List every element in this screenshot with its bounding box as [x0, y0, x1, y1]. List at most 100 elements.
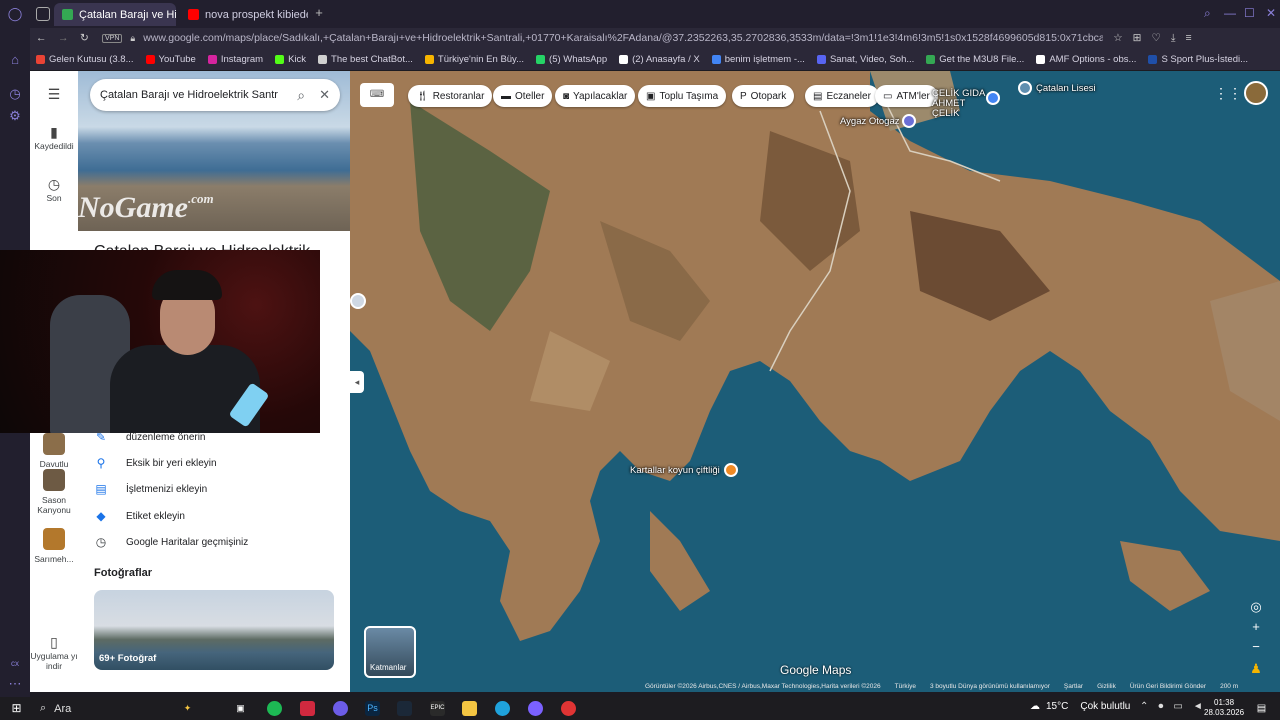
scale-bar[interactable]: 200 m [1220, 683, 1238, 692]
rail-saved[interactable]: ▮ Kaydedildi [30, 125, 78, 151]
search-box[interactable]: Çatalan Barajı ve Hidroelektrik Santr ⌕ … [90, 79, 340, 111]
privacy-link[interactable]: Gizlilik [1097, 683, 1116, 692]
gas-station-pin-icon[interactable] [902, 114, 916, 128]
bookmark-whatsapp[interactable]: (5) WhatsApp [536, 54, 607, 65]
taskbar-search[interactable]: ⌕ Ara [34, 699, 224, 718]
chip-atms[interactable]: ▭ ATM'ler [875, 85, 938, 107]
tab-overview-icon[interactable] [36, 7, 50, 21]
settings-gear-icon[interactable]: ⚙ [7, 108, 23, 124]
windows-start-icon[interactable]: ⊞ [9, 701, 24, 716]
poi-kartallar-label[interactable]: Kartallar koyun çiftliği [630, 465, 720, 476]
apps-grid-icon[interactable]: ⋮⋮ [1214, 85, 1242, 103]
zoom-in-icon[interactable]: + [1246, 617, 1266, 637]
steam-icon[interactable] [397, 701, 412, 716]
file-explorer-icon[interactable] [462, 701, 477, 716]
poi-celik-gida-label[interactable]: ÇELİK GIDA AHMET ÇELİK [932, 89, 992, 119]
my-location-icon[interactable]: ◎ [1246, 597, 1266, 617]
epic-games-icon[interactable]: EPIC [430, 701, 445, 716]
vpn-badge[interactable]: VPN [102, 33, 123, 43]
poi-catalan-lisesi-label[interactable]: Çatalan Lisesi [1036, 83, 1096, 94]
spotify-icon[interactable] [267, 701, 282, 716]
menu-button[interactable]: ☰ [30, 87, 78, 103]
edge-icon[interactable] [495, 701, 510, 716]
bookmark-ssport[interactable]: S Sport Plus-İstedi... [1148, 54, 1248, 65]
action-add-business[interactable]: ▤ İşletmenizi ekleyin [94, 482, 207, 496]
network-icon[interactable]: ▭ [1173, 701, 1182, 712]
discord-icon[interactable] [333, 701, 348, 716]
photoshop-icon[interactable]: Ps [365, 701, 380, 716]
layers-button[interactable]: Katmanlar [364, 626, 416, 678]
chip-transit[interactable]: ▣ Toplu Taşıma [638, 85, 727, 107]
download-icon[interactable]: ⤓ [1171, 32, 1176, 45]
tab-youtube[interactable]: nova prospekt kibiedere - [180, 3, 308, 26]
terms-link[interactable]: Şartlar [1064, 683, 1083, 692]
map-canvas[interactable]: ⌨ 🍴︎ Restoranlar ▬ Oteller ◙ Yapılacaklar ▣… [350, 71, 1280, 692]
rail-recent-place[interactable]: Sarımeh... [30, 528, 78, 564]
keyboard-icon[interactable]: ⌨ [360, 83, 394, 107]
search-input[interactable]: Çatalan Barajı ve Hidroelektrik Santr [100, 89, 289, 101]
opera-icon[interactable] [300, 701, 315, 716]
obs-icon[interactable] [528, 701, 543, 716]
close-window-icon[interactable]: ✕ [1266, 6, 1276, 20]
notification-icon[interactable]: ▤ [1254, 701, 1269, 716]
rail-recent-place[interactable]: Davutlu [30, 433, 78, 469]
bookmark-chatbot[interactable]: The best ChatBot... [318, 54, 413, 65]
bookmark-turkiye[interactable]: Türkiye'nin En Büy... [424, 54, 524, 65]
poi-aygaz-label[interactable]: Aygaz Otogaz [840, 116, 900, 127]
location-marker[interactable] [350, 293, 366, 309]
bookmark-kick[interactable]: Kick [275, 54, 306, 65]
photos-card[interactable]: 69+ Fotoğraf [94, 590, 334, 670]
bookmark-discord[interactable]: Sanat, Video, Soh... [816, 54, 914, 65]
weather-widget[interactable]: ☁ 15°C Çok bulutlu [1030, 701, 1130, 712]
feedback-link[interactable]: Ürün Geri Bildirimi Gönder [1130, 683, 1206, 692]
restaurant-pin-icon[interactable] [724, 463, 738, 477]
bookmark-gmail[interactable]: Gelen Kutusu (3.8... [36, 54, 134, 65]
search-icon[interactable]: ⌕ [1204, 6, 1211, 21]
workspace-icon[interactable]: ⌂ [7, 52, 23, 68]
bookmark-business[interactable]: benim işletmem -... [711, 54, 805, 65]
search-icon[interactable]: ⌕ [297, 87, 305, 104]
maximize-icon[interactable]: ☐ [1244, 6, 1255, 20]
chip-things-to-do[interactable]: ◙ Yapılacaklar [555, 85, 636, 107]
menu-icon[interactable]: ≡ [1186, 32, 1192, 44]
school-pin-icon[interactable] [1018, 81, 1032, 95]
chip-hotels[interactable]: ▬ Oteller [493, 85, 553, 107]
bookmark-instagram[interactable]: Instagram [207, 54, 263, 65]
avatar[interactable] [1244, 81, 1268, 105]
reload-icon[interactable]: ↻ [80, 32, 94, 44]
task-view-icon[interactable]: ▣ [233, 701, 248, 716]
zoom-out-icon[interactable]: − [1246, 637, 1266, 657]
new-tab-plus-icon[interactable]: + [312, 6, 326, 20]
extensions-puzzle-icon[interactable]: ⊞ [1133, 32, 1142, 44]
bookmark-icon[interactable]: ☆ [1113, 32, 1122, 44]
volume-icon[interactable]: ◄ [1193, 701, 1203, 712]
collapse-panel-chevron-icon[interactable]: ◂ [350, 371, 364, 393]
tab-maps[interactable]: Çatalan Barajı ve Hidroelel [54, 3, 176, 26]
chevron-up-icon[interactable]: ⌃ [1140, 701, 1148, 712]
chip-pharmacies[interactable]: ▤ Eczaneler [805, 85, 879, 107]
action-add-place[interactable]: ⚲ Eksik bir yeri ekleyin [94, 456, 217, 470]
rail-recent-place[interactable]: Sason Kanyonu [30, 469, 78, 515]
heart-icon[interactable]: ♡ [1151, 32, 1160, 44]
lock-icon[interactable]: 🔒︎ [130, 33, 135, 44]
opera-logo-icon[interactable]: ◯ [7, 6, 23, 22]
extensions-icon[interactable]: cx [7, 656, 23, 672]
more-dots-icon[interactable]: ⋯ [7, 676, 23, 692]
bookmark-github[interactable]: AMF Options - obs... [1036, 54, 1136, 65]
pegman-icon[interactable]: ♟ [1246, 659, 1266, 679]
rail-get-app[interactable]: ▯ Uygulama yı indir [30, 635, 78, 671]
history-icon[interactable]: ◷ [7, 86, 23, 102]
clock[interactable]: 01:38 28.03.2026 [1204, 698, 1244, 718]
shop-pin-icon[interactable] [986, 91, 1000, 105]
copilot-sparkle-icon[interactable]: ✦ [180, 701, 195, 716]
bookmark-x[interactable]: (2) Anasayfa / X [619, 54, 700, 65]
close-icon[interactable]: ✕ [319, 87, 330, 103]
rail-recent[interactable]: ◷ Son [30, 177, 78, 203]
action-maps-history[interactable]: ◷ Google Haritalar geçmişiniz [94, 535, 249, 549]
minimize-icon[interactable]: — [1224, 6, 1236, 20]
chip-restaurants[interactable]: 🍴︎ Restoranlar [408, 85, 493, 107]
app-icon[interactable] [561, 701, 576, 716]
action-add-label[interactable]: ◆ Etiket ekleyin [94, 509, 185, 523]
chip-parking[interactable]: P Otopark [732, 85, 795, 107]
mic-icon[interactable]: ⏺ [1158, 701, 1163, 712]
